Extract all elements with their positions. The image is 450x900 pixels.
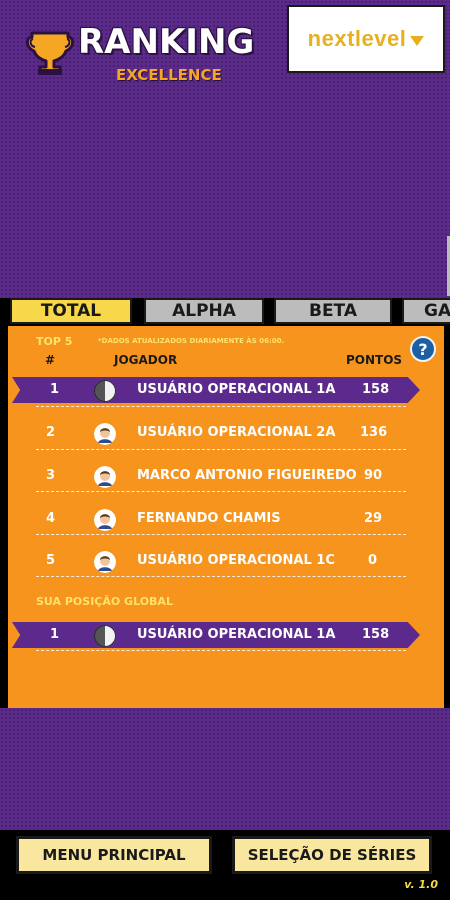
ranking-row-5: 5 USUÁRIO OPERACIONAL 1C 0 bbox=[36, 548, 406, 574]
row-rank: 5 bbox=[46, 553, 56, 568]
avatar-icon bbox=[94, 466, 116, 488]
tab-alpha[interactable]: ALPHA bbox=[144, 298, 264, 324]
row-player: USUÁRIO OPERACIONAL 1C bbox=[137, 553, 335, 568]
row-divider bbox=[36, 650, 406, 651]
logo-arrow-icon bbox=[410, 36, 425, 46]
column-header-points: PONTOS bbox=[346, 353, 403, 367]
series-selection-button[interactable]: SELEÇÃO DE SÉRIES bbox=[232, 836, 432, 874]
global-position-label: SUA POSIÇÃO GLOBAL bbox=[36, 595, 173, 608]
tab-beta[interactable]: BETA bbox=[274, 298, 392, 324]
version-label: v. 1.0 bbox=[404, 878, 438, 891]
top5-label: TOP 5 bbox=[36, 335, 73, 348]
row-player: USUÁRIO OPERACIONAL 1A bbox=[137, 382, 336, 397]
avatar-icon bbox=[94, 423, 116, 445]
help-button[interactable]: ? bbox=[410, 336, 436, 362]
row-points: 0 bbox=[368, 553, 378, 568]
row-points: 136 bbox=[360, 425, 388, 440]
row-player: MARCO ANTONIO FIGUEIREDO bbox=[137, 468, 357, 483]
row-rank: 1 bbox=[50, 382, 60, 397]
avatar-icon bbox=[94, 509, 116, 531]
ranking-row-3: 3 MARCO ANTONIO FIGUEIREDO 90 bbox=[36, 463, 406, 489]
logo-text: nextlevel bbox=[307, 26, 407, 51]
column-header-rank: # bbox=[45, 353, 56, 367]
app-subtitle: EXCELLENCE bbox=[116, 66, 222, 84]
row-rank: 3 bbox=[46, 468, 56, 483]
nextlevel-logo: nextlevel bbox=[287, 5, 445, 73]
row-player: USUÁRIO OPERACIONAL 1A bbox=[137, 627, 336, 642]
row-rank: 4 bbox=[46, 511, 56, 526]
row-divider bbox=[36, 576, 406, 577]
app-title: RANKING bbox=[78, 22, 255, 62]
tab-ga[interactable]: GA bbox=[402, 298, 450, 324]
row-points: 158 bbox=[362, 382, 390, 397]
ranking-row-4: 4 FERNANDO CHAMIS 29 bbox=[36, 506, 406, 532]
avatar-icon bbox=[94, 625, 116, 647]
main-menu-button[interactable]: MENU PRINCIPAL bbox=[16, 836, 212, 874]
update-note: *DADOS ATUALIZADOS DIARIAMENTE ÀS 06:00. bbox=[98, 337, 285, 345]
ranking-row-1: 1 USUÁRIO OPERACIONAL 1A 158 bbox=[12, 377, 420, 403]
row-points: 29 bbox=[364, 511, 383, 526]
ranking-row-2: 2 USUÁRIO OPERACIONAL 2A 136 bbox=[36, 420, 406, 446]
avatar-icon bbox=[94, 380, 116, 402]
global-position-row: 1 USUÁRIO OPERACIONAL 1A 158 bbox=[12, 622, 420, 648]
avatar-icon bbox=[94, 551, 116, 573]
row-divider bbox=[36, 449, 406, 450]
row-rank: 1 bbox=[50, 627, 60, 642]
row-points: 158 bbox=[362, 627, 390, 642]
row-player: FERNANDO CHAMIS bbox=[137, 511, 281, 526]
tab-total[interactable]: TOTAL bbox=[10, 298, 132, 324]
row-points: 90 bbox=[364, 468, 383, 483]
trophy-icon bbox=[25, 31, 75, 75]
row-divider bbox=[36, 491, 406, 492]
row-divider bbox=[36, 534, 406, 535]
row-divider bbox=[36, 406, 406, 407]
column-header-player: JOGADOR bbox=[114, 353, 178, 367]
row-player: USUÁRIO OPERACIONAL 2A bbox=[137, 425, 336, 440]
row-rank: 2 bbox=[46, 425, 56, 440]
